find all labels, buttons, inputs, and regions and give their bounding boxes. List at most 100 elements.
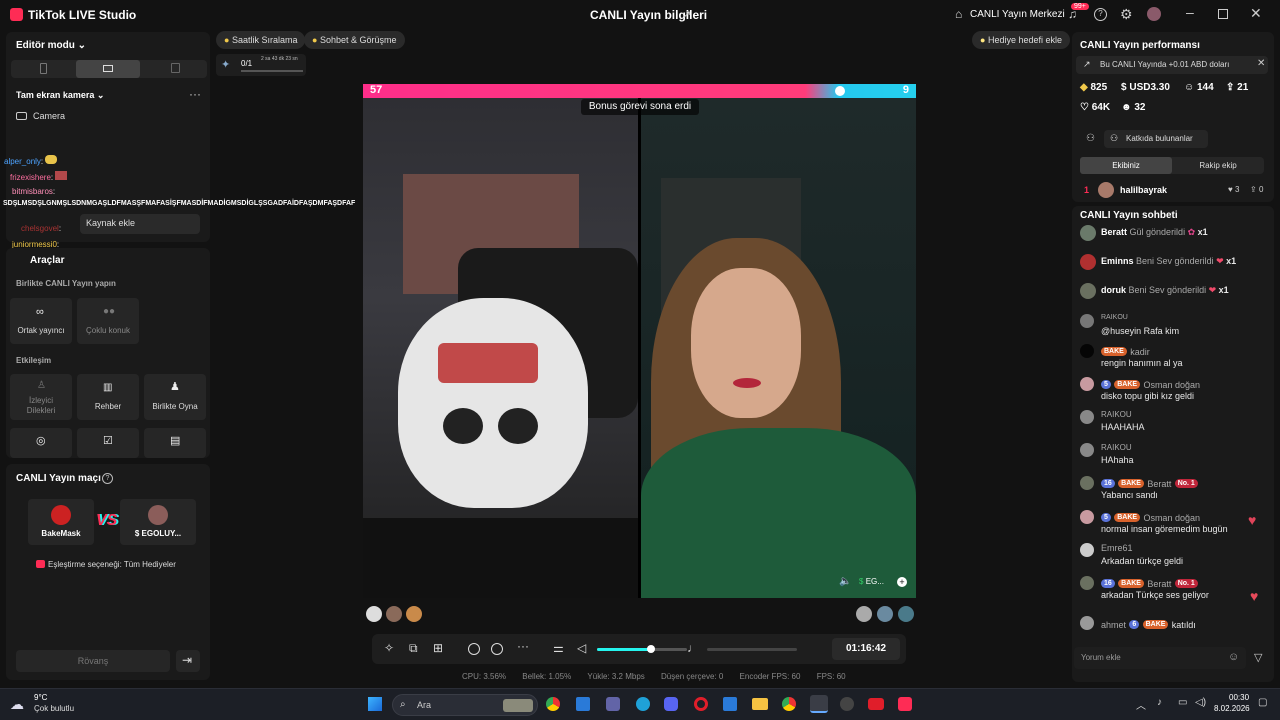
gift-goal-pill[interactable]: ● Hediye hedefi ekle — [972, 31, 1071, 49]
volume-icon[interactable]: ◁ — [577, 641, 586, 655]
home-icon[interactable]: ⌂ — [955, 7, 962, 21]
tab-rival-team[interactable]: Rakip ekip — [1172, 161, 1264, 170]
network-icon[interactable]: ▭ — [1178, 697, 1187, 708]
opponent-viewer-avatar[interactable] — [877, 606, 893, 622]
scene-dropdown[interactable]: Tam ekran kamera ⌄ — [16, 90, 104, 101]
chat-avatar — [1080, 543, 1094, 557]
settings-gear-icon[interactable]: ⚙ — [1120, 6, 1133, 23]
youtube-icon[interactable] — [868, 698, 884, 710]
opera-icon[interactable] — [694, 697, 708, 711]
close-icon[interactable]: ✕ — [1250, 5, 1262, 22]
comment-input[interactable]: Yorum ekle ☺ — [1074, 647, 1246, 669]
magic-wand-icon[interactable]: ✧ — [384, 641, 394, 655]
editor-mode-dropdown[interactable]: Editör modu ⌄ — [16, 40, 86, 51]
tool-button-c[interactable]: ▤ — [144, 428, 206, 458]
more-options-icon[interactable]: ··· — [189, 87, 201, 101]
edge-icon[interactable] — [636, 697, 650, 711]
effects-icon[interactable]: ⧉ — [409, 641, 418, 656]
face-shape — [691, 268, 801, 418]
more-icon[interactable]: ··· — [517, 639, 529, 653]
clock-time[interactable]: 00:30 — [1229, 693, 1249, 702]
close-icon[interactable]: ✕ — [1257, 58, 1265, 69]
record-icon[interactable] — [468, 643, 480, 655]
tool-button-a[interactable]: ◎ — [10, 428, 72, 458]
co-host-button[interactable]: ∞ Ortak yayıncı — [10, 298, 72, 344]
top-viewer-avatar[interactable] — [386, 606, 402, 622]
chat-message: 5 BAKE Osman doğan disko topu gibi kız g… — [1080, 377, 1270, 403]
chat-meet-pill[interactable]: ● Sohbet & Görüşme — [304, 31, 405, 49]
taskbar-search[interactable]: ⌕ Ara — [392, 694, 538, 716]
portrait-layout-icon[interactable] — [40, 63, 47, 74]
add-user-icon[interactable]: ⚇ — [1086, 133, 1095, 144]
rotate-camera-icon[interactable] — [491, 643, 503, 655]
mixer-icon[interactable]: ⚌ — [553, 641, 564, 655]
chat-username: RAIKOU — [1101, 410, 1132, 419]
live-studio-icon[interactable] — [810, 695, 828, 713]
stats-row: CPU: 3.56% Bellek: 1.05% Yükle: 3.2 Mbps… — [462, 672, 846, 681]
chrome-icon[interactable] — [546, 697, 560, 711]
top-viewer-avatar[interactable] — [366, 606, 382, 622]
profile-avatar[interactable] — [1147, 7, 1161, 21]
exit-match-button[interactable]: ⇥ — [176, 650, 200, 672]
discord-icon[interactable] — [664, 697, 678, 711]
volume-slider[interactable] — [597, 645, 687, 653]
opponent-tag[interactable]: $ EG... — [859, 577, 884, 586]
notification-center-icon[interactable]: ▢ — [1258, 697, 1267, 708]
memory-stat: Bellek: 1.05% — [522, 672, 572, 681]
fan-badge: BAKE — [1114, 513, 1141, 523]
speaker-icon[interactable]: 🔈 — [839, 576, 851, 587]
rotate-layout-icon[interactable] — [171, 63, 180, 73]
chat-username: Beratt — [1147, 579, 1172, 589]
start-icon[interactable] — [368, 697, 382, 711]
live-center-button[interactable]: CANLI Yayın Merkezi — [970, 9, 1065, 20]
guide-button[interactable]: ▥ Rehber — [77, 374, 139, 420]
tab-your-team-label: Ekibiniz — [1112, 161, 1140, 170]
mail-icon[interactable] — [723, 697, 737, 711]
tiktok-icon[interactable] — [898, 697, 912, 711]
opponent-viewer-avatar[interactable] — [898, 606, 914, 622]
emoji-picker-icon[interactable]: ☺ — [1228, 651, 1239, 663]
maximize-icon[interactable] — [1218, 9, 1228, 19]
clock-date[interactable]: 8.02.2026 — [1214, 704, 1250, 713]
task-count: 0/1 — [241, 59, 253, 68]
tool-button-b[interactable]: ☑ — [77, 428, 139, 458]
opponent-viewer-avatar[interactable] — [856, 606, 872, 622]
mic-slider[interactable] — [707, 648, 797, 651]
folder-icon[interactable] — [752, 698, 768, 710]
hourly-ranking-pill[interactable]: ● Saatlik Sıralama — [216, 31, 306, 49]
add-icon[interactable]: + — [897, 577, 907, 587]
volume-tray-icon[interactable]: ◁) — [1195, 697, 1206, 708]
layout-icon[interactable]: ⊞ — [433, 641, 443, 655]
filter-icon[interactable]: ▽ — [1254, 651, 1262, 664]
tray-chevron-icon[interactable]: ︿ — [1136, 697, 1146, 712]
app-title: TikTok LIVE Studio — [28, 8, 137, 22]
share-icon[interactable]: ↗ — [682, 8, 691, 21]
microphone-icon[interactable]: ♩ — [687, 641, 699, 655]
tray-mic-icon[interactable]: ♪ — [1157, 697, 1162, 708]
app-icon[interactable] — [840, 697, 854, 711]
minimize-icon[interactable]: – — [1186, 4, 1194, 20]
player1-avatar — [51, 505, 71, 525]
viewer-wishes-button[interactable]: ♙ İzleyici Dilekleri — [10, 374, 72, 420]
rematch-button[interactable]: Rövanş — [16, 650, 170, 672]
teams-icon[interactable] — [606, 697, 620, 711]
volume-knob[interactable] — [647, 645, 655, 653]
chrome-alt-icon[interactable] — [782, 697, 796, 711]
chat-message: Emre61 Arkadan türkçe geldi — [1080, 543, 1270, 569]
task-widget[interactable]: ✦ 0/1 2 sa 43 dk 23 sn — [216, 54, 306, 76]
top-viewer-avatar[interactable] — [406, 606, 422, 622]
contributors-button[interactable]: ⚇ Katkıda bulunanlar — [1104, 130, 1208, 148]
play-together-button[interactable]: ♟ Birlikte Oyna — [144, 374, 206, 420]
camera-source-item[interactable]: Camera — [33, 111, 65, 121]
info-icon[interactable]: ? — [102, 473, 113, 484]
multi-guest-button[interactable]: ●● Çoklu konuk — [77, 298, 139, 344]
chat-text: : — [58, 224, 62, 233]
help-icon[interactable]: ? — [1094, 8, 1107, 21]
chat-username: kadir — [1130, 347, 1150, 357]
coin-icon: ◆ — [1080, 82, 1088, 93]
weather-temp: 9°C — [34, 693, 48, 702]
landscape-layout-button[interactable] — [76, 60, 140, 78]
store-icon[interactable] — [576, 697, 590, 711]
tab-your-team[interactable]: Ekibiniz — [1080, 157, 1172, 174]
chat-user: bitmisbaros — [12, 187, 53, 196]
